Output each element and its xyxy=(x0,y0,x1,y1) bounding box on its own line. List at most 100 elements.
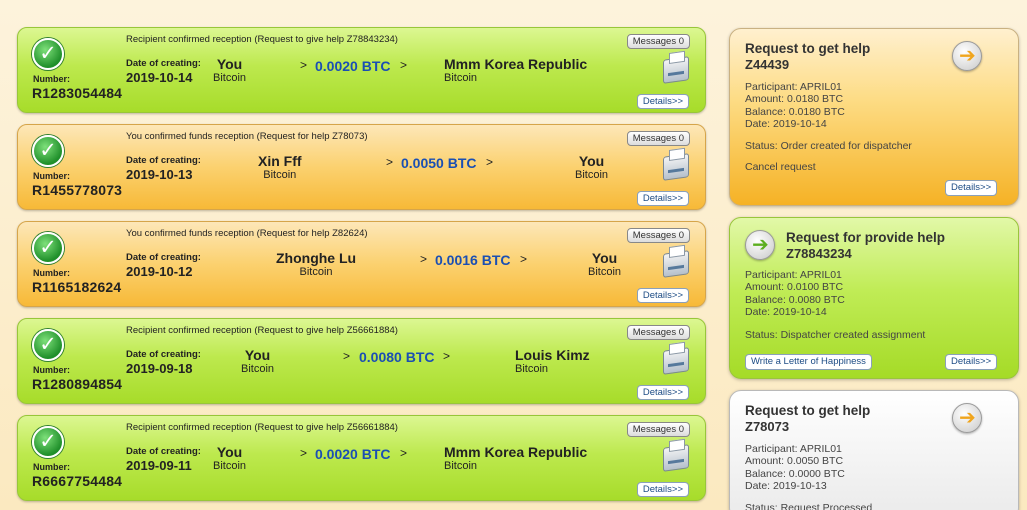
transaction-card: ✓ Number: R1455778073 You confirmed fund… xyxy=(17,124,706,210)
check-icon: ✓ xyxy=(32,135,64,167)
details-button[interactable]: Details>> xyxy=(636,482,689,497)
arrow-icon: > xyxy=(443,349,451,363)
transaction-card: ✓ Number: R1280894854 Recipient confirme… xyxy=(17,318,706,404)
transaction-card: ✓ Number: R1283054484 Recipient confirme… xyxy=(17,27,706,113)
transaction-title: You confirmed funds reception (Request f… xyxy=(126,131,368,142)
participant-line: Participant: APRIL01 xyxy=(745,269,842,281)
request-id: Z78843234 xyxy=(786,246,852,261)
arrow-right-icon[interactable]: ➔ xyxy=(745,230,775,260)
date-line: Date: 2019-10-14 xyxy=(745,117,827,130)
balance-line: Balance: 0.0080 BTC xyxy=(745,293,845,306)
messages-button[interactable]: Messages 0 xyxy=(626,325,690,340)
transaction-number: R1280894854 xyxy=(32,376,123,392)
transaction-card: ✓ Number: R1165182624 You confirmed fund… xyxy=(17,221,706,307)
check-icon: ✓ xyxy=(32,232,64,264)
request-details: Participant: APRIL01 Amount: 0.0100 BTC … xyxy=(745,269,845,318)
sender-currency: Bitcoin xyxy=(213,72,247,84)
recipient: Louis Kimz Bitcoin xyxy=(515,347,590,375)
messages-button[interactable]: Messages 0 xyxy=(626,131,690,146)
request-title: Request for provide help xyxy=(786,230,946,245)
printer-icon[interactable] xyxy=(663,444,689,472)
recipient-currency: Bitcoin xyxy=(444,72,478,84)
transaction-card: ✓ Number: R6667754484 Recipient confirme… xyxy=(17,415,706,501)
arrow-right-icon[interactable]: ➔ xyxy=(952,41,982,71)
details-button[interactable]: Details>> xyxy=(636,94,689,109)
request-card-provide-help: ➔ Request for provide help Z78843234 Par… xyxy=(729,217,1019,379)
date-label: Date of creating: xyxy=(126,252,201,263)
printer-icon[interactable] xyxy=(663,153,689,181)
date-label: Date of creating: xyxy=(126,349,201,360)
recipient-currency: Bitcoin xyxy=(444,460,478,472)
date-label: Date of creating: xyxy=(126,58,201,69)
number-label: Number: xyxy=(33,365,71,375)
sender: Zhonghe Lu Bitcoin xyxy=(276,250,356,278)
details-button[interactable]: Details>> xyxy=(945,180,998,196)
details-button[interactable]: Details>> xyxy=(636,385,689,400)
amount-line: Amount: 0.0050 BTC xyxy=(745,455,844,468)
balance-line: Balance: 0.0180 BTC xyxy=(745,105,845,118)
recipient-name: Mmm Korea Republic xyxy=(444,444,588,460)
details-button[interactable]: Details>> xyxy=(945,354,998,370)
request-title: Request to get help xyxy=(745,41,871,56)
sender-currency: Bitcoin xyxy=(299,266,333,278)
transaction-number: R1165182624 xyxy=(32,279,122,295)
participant-line: Participant: APRIL01 xyxy=(745,443,842,455)
arrow-icon: > xyxy=(343,349,351,363)
number-label: Number: xyxy=(33,171,71,181)
transaction-title: Recipient confirmed reception (Request t… xyxy=(126,34,398,45)
transaction-title: Recipient confirmed reception (Request t… xyxy=(126,325,398,336)
recipient-name: You xyxy=(591,250,618,266)
request-status: Status: Dispatcher created assignment xyxy=(745,329,926,341)
check-icon: ✓ xyxy=(32,329,64,361)
arrow-icon: > xyxy=(400,58,408,72)
balance-line: Balance: 0.0000 BTC xyxy=(745,467,845,480)
transaction-number: R1283054484 xyxy=(32,85,123,101)
sender-currency: Bitcoin xyxy=(263,169,297,181)
details-button[interactable]: Details>> xyxy=(636,288,689,303)
participant-line: Participant: APRIL01 xyxy=(745,81,842,93)
arrow-icon: > xyxy=(520,252,528,266)
arrow-right-icon[interactable]: ➔ xyxy=(952,403,982,433)
arrow-icon: > xyxy=(386,155,394,169)
recipient-name: Mmm Korea Republic xyxy=(444,56,588,72)
details-button[interactable]: Details>> xyxy=(636,191,689,206)
date-line: Date: 2019-10-14 xyxy=(745,305,827,318)
recipient-name: Louis Kimz xyxy=(515,347,590,363)
messages-button[interactable]: Messages 0 xyxy=(626,422,690,437)
messages-button[interactable]: Messages 0 xyxy=(626,228,690,243)
transaction-amount: 0.0020 BTC xyxy=(315,58,391,74)
sender-name: You xyxy=(244,347,271,363)
transaction-title: Recipient confirmed reception (Request t… xyxy=(126,422,398,433)
cancel-request-link[interactable]: Cancel request xyxy=(745,161,816,173)
messages-button[interactable]: Messages 0 xyxy=(626,34,690,49)
transaction-amount: 0.0016 BTC xyxy=(435,252,511,268)
transaction-amount: 0.0050 BTC xyxy=(401,155,477,171)
transaction-amount: 0.0080 BTC xyxy=(359,349,435,365)
transaction-date: 2019-09-18 xyxy=(126,361,193,376)
write-letter-button[interactable]: Write a Letter of Happiness xyxy=(745,354,872,370)
date-label: Date of creating: xyxy=(126,446,201,457)
transaction-date: 2019-10-14 xyxy=(126,70,193,85)
sender: You Bitcoin xyxy=(213,56,246,84)
arrow-icon: > xyxy=(300,446,308,460)
amount-line: Amount: 0.0180 BTC xyxy=(745,93,844,106)
printer-icon[interactable] xyxy=(663,250,689,278)
request-card-get-help: Request to get help Z78073 ➔ Participant… xyxy=(729,390,1019,510)
sender: You Bitcoin xyxy=(241,347,274,375)
request-id: Z78073 xyxy=(745,419,790,434)
recipient: Mmm Korea Republic Bitcoin xyxy=(444,444,587,472)
request-id: Z44439 xyxy=(745,57,790,72)
amount-line: Amount: 0.0100 BTC xyxy=(745,281,844,294)
date-line: Date: 2019-10-13 xyxy=(745,479,827,492)
transaction-date: 2019-09-11 xyxy=(126,458,192,473)
recipient-currency: Bitcoin xyxy=(515,363,549,375)
transaction-date: 2019-10-13 xyxy=(126,167,193,182)
arrow-icon: > xyxy=(300,58,308,72)
request-card-get-help: Request to get help Z44439 ➔ Participant… xyxy=(729,28,1019,206)
check-icon: ✓ xyxy=(32,426,64,458)
printer-icon[interactable] xyxy=(663,347,689,375)
transaction-date: 2019-10-12 xyxy=(126,264,193,279)
transaction-title: You confirmed funds reception (Request f… xyxy=(126,228,368,239)
request-details: Participant: APRIL01 Amount: 0.0050 BTC … xyxy=(745,443,845,492)
printer-icon[interactable] xyxy=(663,56,689,84)
